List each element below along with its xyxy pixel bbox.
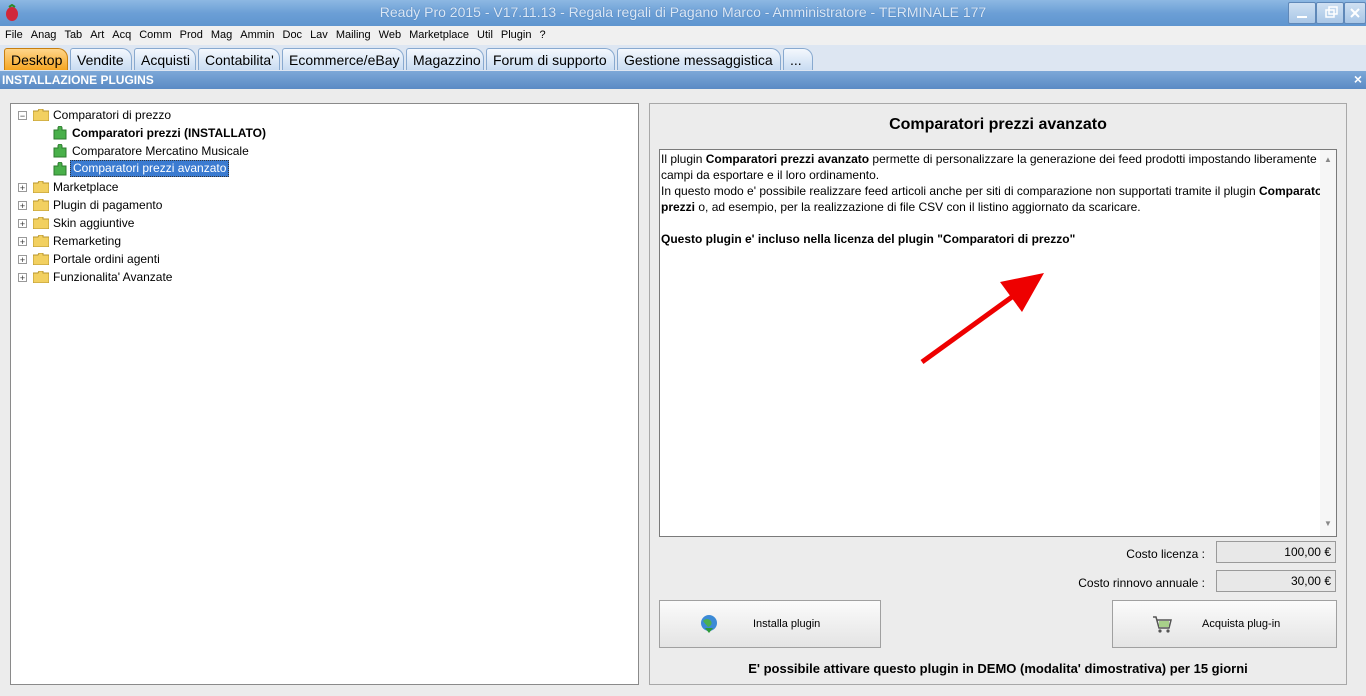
restore-icon (1325, 6, 1338, 18)
folder-icon (33, 217, 49, 229)
license-note: Questo plugin e' incluso nella licenza d… (661, 232, 1076, 246)
menu-mailing[interactable]: Mailing (332, 26, 375, 45)
title-bar: Ready Pro 2015 - V17.11.13 - Regala rega… (0, 0, 1366, 26)
tree-label: Plugin di pagamento (53, 198, 163, 212)
tab-forum[interactable]: Forum di supporto (486, 48, 615, 70)
menu-doc[interactable]: Doc (279, 26, 307, 45)
tree-node-marketplace[interactable]: + Marketplace (11, 178, 611, 196)
tab-contabilita[interactable]: Contabilita' (198, 48, 280, 70)
expand-icon[interactable]: + (18, 255, 27, 265)
tree-label: Portale ordini agenti (53, 252, 160, 266)
menu-mag[interactable]: Mag (207, 26, 236, 45)
folder-icon (33, 271, 49, 283)
tab-acquisti[interactable]: Acquisti (134, 48, 196, 70)
menu-file[interactable]: File (0, 26, 27, 45)
plugin-description[interactable]: Il plugin Comparatori prezzi avanzato pe… (659, 149, 1337, 537)
menu-ammin[interactable]: Ammin (236, 26, 278, 45)
collapse-icon[interactable]: − (18, 111, 27, 121)
description-paragraph-1: Il plugin Comparatori prezzi avanzato pe… (661, 152, 1323, 182)
shopping-cart-icon (1153, 616, 1172, 633)
tree-node-portale-agenti[interactable]: + Portale ordini agenti (11, 250, 611, 268)
tree-label: Skin aggiuntive (53, 216, 135, 230)
menu-plugin[interactable]: Plugin (497, 26, 536, 45)
plugin-title: Comparatori prezzi avanzato (889, 116, 1107, 133)
tab-magazzino[interactable]: Magazzino (406, 48, 484, 70)
renewal-cost-label: Costo rinnovo annuale : (1078, 576, 1205, 590)
tab-desktop[interactable]: Desktop (4, 48, 68, 70)
tree-node-plugin-pagamento[interactable]: + Plugin di pagamento (11, 196, 611, 214)
plugin-tree[interactable]: − Comparatori di prezzo Comparatori prez… (10, 103, 639, 685)
download-globe-icon (701, 615, 717, 633)
license-cost-value: 100,00 € (1216, 541, 1336, 563)
tab-vendite[interactable]: Vendite (70, 48, 132, 70)
scroll-down-icon[interactable]: ▼ (1324, 516, 1332, 532)
menu-anag[interactable]: Anag (27, 26, 61, 45)
tree-label: Remarketing (53, 234, 122, 248)
menu-lav[interactable]: Lav (306, 26, 332, 45)
menu-comm[interactable]: Comm (135, 26, 175, 45)
expand-icon[interactable]: + (18, 219, 27, 229)
window-title: Ready Pro 2015 - V17.11.13 - Regala rega… (379, 4, 987, 20)
tree-node-comparatori-di-prezzo[interactable]: − Comparatori di prezzo (11, 106, 611, 124)
tab-more[interactable]: ... (783, 48, 813, 70)
folder-icon (33, 253, 49, 265)
tree-node-prezzi-avanzato[interactable]: Comparatori prezzi avanzato (11, 160, 611, 178)
tree-label: Comparatore Mercatino Musicale (72, 144, 249, 158)
scroll-up-icon[interactable]: ▲ (1324, 152, 1332, 168)
minimize-icon (1297, 16, 1307, 18)
tree-node-mercatino-musicale[interactable]: Comparatore Mercatino Musicale (11, 142, 611, 160)
minimize-button[interactable] (1288, 2, 1316, 24)
menu-bar: File Anag Tab Art Acq Comm Prod Mag Ammin Doc Lav M… (0, 26, 1366, 45)
puzzle-plugin-icon (53, 126, 67, 140)
expand-icon[interactable]: + (18, 237, 27, 247)
red-arrow-annotation (920, 273, 1044, 365)
close-icon (1350, 8, 1360, 18)
tree-label: Comparatori prezzi (INSTALLATO) (72, 126, 267, 140)
menu-web[interactable]: Web (375, 26, 405, 45)
buy-label: Acquista plug-in (1202, 618, 1281, 630)
tree-node-funzionalita-avanzate[interactable]: + Funzionalita' Avanzate (11, 268, 611, 286)
buy-plugin-button[interactable]: Acquista plug-in (1112, 600, 1337, 648)
tree-node-comparatori-prezzi[interactable]: Comparatori prezzi (INSTALLATO) (11, 124, 611, 142)
menu-help[interactable]: ? (535, 26, 549, 45)
tab-messaggistica[interactable]: Gestione messaggistica (617, 48, 781, 70)
main-tabs: Desktop Vendite Acquisti Contabilita' Ec… (0, 45, 1366, 72)
tab-ecommerce[interactable]: Ecommerce/eBay (282, 48, 404, 70)
folder-icon (33, 199, 49, 211)
menu-tab[interactable]: Tab (60, 26, 86, 45)
license-cost-label: Costo licenza : (1126, 547, 1205, 561)
menu-prod[interactable]: Prod (176, 26, 207, 45)
tree-node-skin[interactable]: + Skin aggiuntive (11, 214, 611, 232)
menu-acq[interactable]: Acq (108, 26, 135, 45)
folder-icon (33, 235, 49, 247)
menu-marketplace[interactable]: Marketplace (405, 26, 473, 45)
menu-art[interactable]: Art (86, 26, 108, 45)
tree-node-remarketing[interactable]: + Remarketing (11, 232, 611, 250)
description-scrollbar[interactable]: ▲ ▼ (1320, 150, 1336, 536)
tree-label-selected: Comparatori prezzi avanzato (70, 160, 230, 177)
install-plugin-button[interactable]: Installa plugin (659, 600, 881, 648)
folder-icon (33, 181, 49, 193)
puzzle-plugin-icon (53, 144, 67, 158)
description-paragraph-2: In questo modo e' possibile realizzare f… (661, 184, 1331, 214)
section-header: INSTALLAZIONE PLUGINS × (0, 71, 1366, 89)
demo-note: E' possibile attivare questo plugin in D… (748, 661, 1248, 676)
puzzle-plugin-icon (53, 162, 67, 176)
tree-label: Funzionalita' Avanzate (53, 270, 173, 284)
restore-button[interactable] (1316, 2, 1344, 24)
expand-icon[interactable]: + (18, 183, 27, 193)
tree-label: Marketplace (53, 180, 119, 194)
close-section-icon[interactable]: × (1354, 71, 1362, 87)
renewal-cost-value: 30,00 € (1216, 570, 1336, 592)
section-title: INSTALLAZIONE PLUGINS (2, 73, 154, 87)
install-label: Installa plugin (753, 618, 821, 630)
expand-icon[interactable]: + (18, 201, 27, 211)
plugin-detail-panel: Comparatori prezzi avanzato Il plugin Co… (649, 103, 1347, 685)
tree-label: Comparatori di prezzo (53, 108, 172, 122)
close-window-button[interactable] (1344, 2, 1366, 24)
menu-util[interactable]: Util (473, 26, 497, 45)
folder-icon (33, 109, 49, 121)
expand-icon[interactable]: + (18, 273, 27, 283)
